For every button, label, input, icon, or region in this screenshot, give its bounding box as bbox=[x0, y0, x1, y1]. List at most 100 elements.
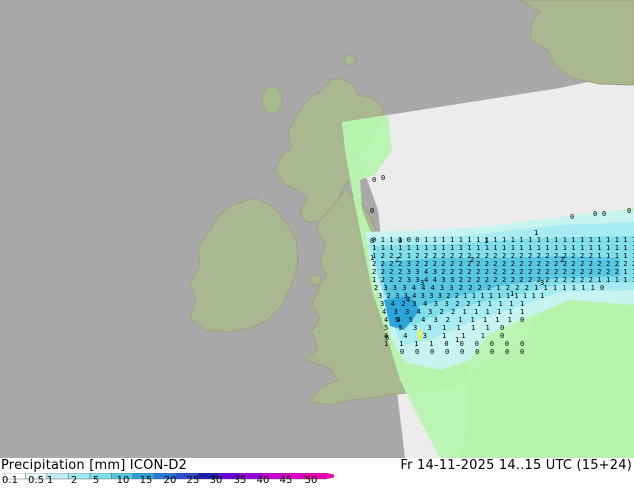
precip-grid-value: 1 bbox=[544, 284, 548, 292]
precip-grid-value: 2 bbox=[381, 276, 385, 284]
scale-tick-label: 1 bbox=[46, 475, 54, 486]
precip-grid-value: 1 bbox=[384, 340, 388, 348]
precip-grid-value: 2 bbox=[433, 252, 437, 260]
scale-tick-label: 2 bbox=[70, 475, 78, 486]
precip-grid-value: 0 bbox=[415, 348, 419, 356]
precip-grid-value: 3 bbox=[378, 292, 382, 300]
precip-grid-value: 0 bbox=[520, 348, 524, 356]
precip-grid-value: 1 bbox=[514, 292, 518, 300]
precip-grid-value: 3 bbox=[415, 276, 419, 284]
precip-grid-value: 1 bbox=[459, 244, 463, 252]
precip-grid-value: 1 bbox=[463, 292, 467, 300]
precip-grid-value: 2 bbox=[519, 268, 523, 276]
precip-grid-value: 2 bbox=[519, 252, 523, 260]
precip-grid-value: 1 bbox=[407, 252, 411, 260]
precip-grid-value: 3 bbox=[393, 284, 397, 292]
precip-grid-value: 1 bbox=[407, 244, 411, 252]
precip-grid-value: 1 bbox=[467, 236, 471, 244]
precip-grid-value: 2 bbox=[563, 260, 567, 268]
precip-grid-value: 3 bbox=[429, 292, 433, 300]
scale-tick-label: 0.1 bbox=[2, 475, 18, 486]
precip-grid-value: 4 bbox=[403, 332, 407, 340]
precip-grid-value: 2 bbox=[389, 260, 393, 268]
precip-grid-value: 3 bbox=[440, 284, 444, 292]
precip-grid-value: 0 bbox=[430, 348, 434, 356]
precip-value-label: 0 bbox=[570, 213, 574, 221]
precip-grid-value: 2 bbox=[537, 252, 541, 260]
precip-grid-value: 2 bbox=[554, 268, 558, 276]
precip-grid-value: 2 bbox=[580, 252, 584, 260]
precip-grid-value: 1 bbox=[415, 244, 419, 252]
precip-grid-value: 2 bbox=[537, 276, 541, 284]
precip-grid-value: 1 bbox=[606, 252, 610, 260]
precip-grid-value: 2 bbox=[506, 284, 510, 292]
precip-grid-value: 1 bbox=[450, 244, 454, 252]
precip-grid-value: 4 bbox=[384, 316, 388, 324]
precip-grid-value: 1 bbox=[442, 324, 446, 332]
precip-grid-value: 2 bbox=[502, 276, 506, 284]
precip-grid-value: 2 bbox=[493, 252, 497, 260]
precip-grid-value: 2 bbox=[545, 260, 549, 268]
precip-grid-value: 4 bbox=[396, 316, 400, 324]
precip-grid-value: 2 bbox=[554, 260, 558, 268]
precip-grid-value: 2 bbox=[389, 276, 393, 284]
precip-grid-value: 1 bbox=[441, 236, 445, 244]
precip-grid-value: 2 bbox=[571, 276, 575, 284]
precip-grid-value: 1 bbox=[545, 236, 549, 244]
precip-grid-value: 2 bbox=[511, 252, 515, 260]
precip-grid-value: 3 bbox=[394, 308, 398, 316]
precip-grid-value: 2 bbox=[372, 268, 376, 276]
scale-tick-label: 10 bbox=[116, 475, 130, 486]
precip-grid-value: 2 bbox=[528, 252, 532, 260]
precip-grid-value: 5 bbox=[409, 316, 413, 324]
precip-grid-value: 1 bbox=[509, 308, 513, 316]
precip-grid-value: 2 bbox=[485, 260, 489, 268]
precip-grid-value: 3 bbox=[428, 308, 432, 316]
scale-arrow bbox=[326, 473, 334, 479]
precip-grid-value: 4 bbox=[424, 268, 428, 276]
precip-grid-value: 1 bbox=[591, 284, 595, 292]
precip-grid-value: 1 bbox=[496, 284, 500, 292]
precip-grid-value: 2 bbox=[502, 252, 506, 260]
precip-grid-value: 1 bbox=[562, 284, 566, 292]
precip-grid-value: 0 bbox=[460, 348, 464, 356]
precip-grid-value: 1 bbox=[486, 324, 490, 332]
precip-grid-value: 3 bbox=[421, 292, 425, 300]
precip-grid-value: 1 bbox=[372, 276, 376, 284]
precip-grid-value: 1 bbox=[489, 292, 493, 300]
precip-value-label: 0 bbox=[372, 176, 376, 184]
scale-tick-label: 40 bbox=[256, 475, 270, 486]
precip-grid-value: 1 bbox=[597, 252, 601, 260]
precip-grid-value: 2 bbox=[459, 268, 463, 276]
precip-grid-value: 2 bbox=[415, 260, 419, 268]
scale-tick-label: 5 bbox=[92, 475, 100, 486]
precip-grid-value: 1 bbox=[519, 236, 523, 244]
precip-grid-value: 2 bbox=[466, 300, 470, 308]
scale-tick-label: 30 bbox=[209, 475, 223, 486]
precip-grid-value: 4 bbox=[384, 332, 388, 340]
precip-grid-value: 3 bbox=[407, 276, 411, 284]
precip-grid-value: 1 bbox=[623, 268, 627, 276]
precip-grid-value: 2 bbox=[450, 260, 454, 268]
precip-grid-value: 4 bbox=[423, 300, 427, 308]
precip-grid-value: 2 bbox=[424, 252, 428, 260]
precip-grid-value: 1 bbox=[493, 236, 497, 244]
scale-tick-label: 15 bbox=[139, 475, 153, 486]
precip-grid-value: 2 bbox=[451, 308, 455, 316]
precip-grid-value: 1 bbox=[523, 292, 527, 300]
precip-grid-value: 2 bbox=[450, 268, 454, 276]
precip-grid-value: 4 bbox=[421, 284, 425, 292]
precip-grid-value: 1 bbox=[534, 284, 538, 292]
precip-grid-value: 1 bbox=[537, 244, 541, 252]
precip-grid-value: 2 bbox=[545, 268, 549, 276]
precip-grid-value: 2 bbox=[476, 252, 480, 260]
scale-tick-label: 50 bbox=[304, 475, 318, 486]
precip-grid-value: 2 bbox=[528, 276, 532, 284]
precip-grid-value: 1 bbox=[372, 252, 376, 260]
precip-grid-value: 3 bbox=[434, 316, 438, 324]
precip-grid-value: 2 bbox=[493, 268, 497, 276]
precip-grid-value: 3 bbox=[407, 268, 411, 276]
precip-grid-value: 2 bbox=[511, 260, 515, 268]
precip-grid-value: 1 bbox=[433, 236, 437, 244]
precip-grid-value: 1 bbox=[571, 236, 575, 244]
